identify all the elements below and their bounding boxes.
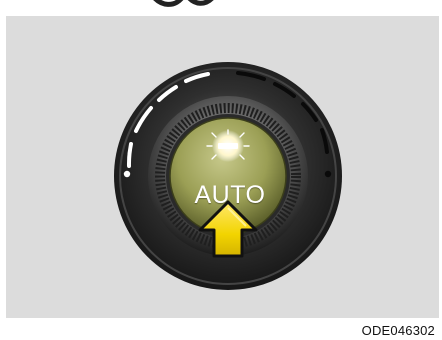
indicator-light-icon xyxy=(206,129,250,162)
scale-dot-right xyxy=(324,170,332,178)
illustration-panel: AUTO xyxy=(6,16,439,318)
knob-illustration xyxy=(114,62,342,290)
scale-dot-left xyxy=(123,170,131,178)
figure-frame: AUTO ODE046302 xyxy=(0,0,442,340)
figure-code: ODE046302 xyxy=(361,323,435,338)
auto-button-label: AUTO xyxy=(194,181,266,209)
top-fragment xyxy=(153,0,214,7)
